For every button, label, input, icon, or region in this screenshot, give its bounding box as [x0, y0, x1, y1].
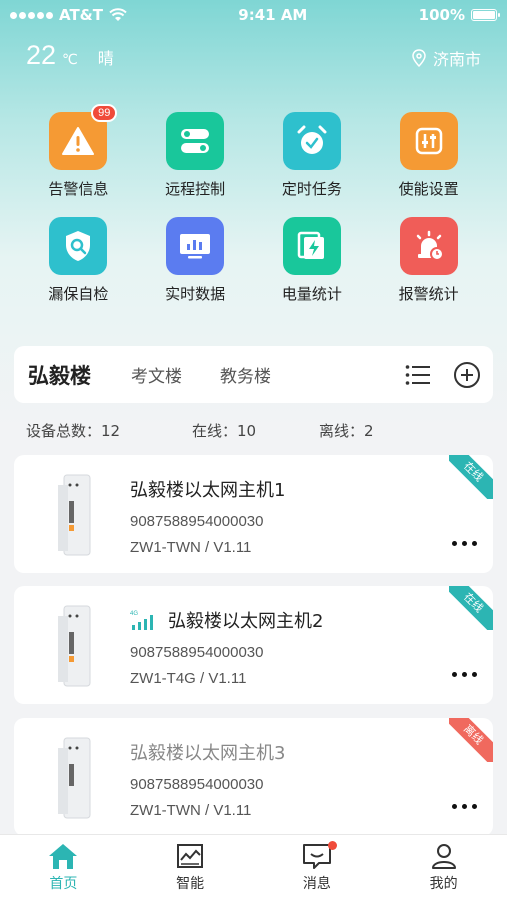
tab-building-active[interactable]: 弘毅楼 [28, 360, 91, 390]
unread-dot [327, 841, 337, 850]
tab-label: 首页 [49, 876, 78, 892]
tab-building[interactable]: 教务楼 [220, 362, 271, 387]
more-options-button[interactable] [452, 804, 477, 809]
building-tabs: 弘毅楼 考文楼 教务楼 [14, 346, 493, 403]
settings-sliders-icon [399, 112, 458, 170]
tab-messages[interactable]: 消息 [254, 835, 381, 900]
feature-label: 报警统计 [398, 285, 459, 303]
tab-label: 我的 [429, 876, 458, 892]
bottom-tab-bar: 首页 智能 消息 我的 [0, 834, 507, 900]
device-stats: 设备总数：12 在线：10 离线：2 [26, 420, 486, 441]
more-options-button[interactable] [452, 541, 477, 546]
person-icon [431, 844, 456, 869]
tab-label: 智能 [176, 876, 205, 892]
toggle-icon [166, 112, 225, 170]
signal-4g-icon: 4G [130, 611, 153, 630]
feature-remote-control[interactable]: 远程控制 [137, 112, 254, 199]
wifi-icon [109, 8, 127, 21]
building-actions [405, 361, 481, 389]
alarm-clock-icon [282, 112, 341, 170]
breaker-device-icon [58, 605, 91, 687]
device-name-text: 弘毅楼以太网主机1 [130, 480, 286, 501]
device-card[interactable]: 4G 弘毅楼以太网主机2 9087588954000030 ZW1-T4G / … [14, 586, 493, 704]
status-badge: 在线 [449, 455, 493, 499]
home-icon [49, 844, 78, 869]
status-ribbon: 在线 [449, 586, 493, 630]
feature-alarm-info[interactable]: 99 告警信息 [20, 104, 137, 199]
status-left: AT&T [10, 6, 127, 24]
device-id: 9087588954000030 [130, 644, 264, 661]
device-id: 9087588954000030 [130, 513, 264, 530]
device-model: ZW1-T4G / V1.11 [130, 670, 247, 687]
signal-4g-label: 4G [130, 611, 138, 617]
location-name: 济南市 [432, 50, 481, 69]
status-ribbon: 在线 [449, 455, 493, 499]
add-circle-icon[interactable] [453, 361, 481, 389]
location-selector[interactable]: 济南市 [411, 46, 481, 70]
device-card[interactable]: 弘毅楼以太网主机3 9087588954000030 ZW1-TWN / V1.… [14, 718, 493, 836]
alert-icon: 99 [49, 104, 118, 170]
device-model: ZW1-TWN / V1.11 [130, 539, 252, 556]
tab-home[interactable]: 首页 [0, 835, 127, 900]
device-card[interactable]: 弘毅楼以太网主机1 9087588954000030 ZW1-TWN / V1.… [14, 455, 493, 573]
temperature: 22 [26, 40, 57, 70]
feature-label: 远程控制 [165, 180, 226, 198]
device-name: 4G 弘毅楼以太网主机2 [130, 607, 323, 633]
clock: 9:41 AM [238, 6, 308, 24]
device-model: ZW1-TWN / V1.11 [130, 802, 252, 819]
tab-profile[interactable]: 我的 [380, 835, 507, 900]
monitor-chart-icon [166, 217, 225, 275]
tab-label: 消息 [302, 876, 331, 892]
chart-frame-icon [177, 844, 204, 868]
status-badge: 离线 [449, 718, 493, 762]
total-devices: 设备总数：12 [26, 422, 121, 440]
location-pin-icon [412, 49, 426, 67]
notification-badge: 99 [91, 104, 118, 122]
device-name-text: 弘毅楼以太网主机3 [130, 743, 286, 764]
feature-label: 定时任务 [281, 180, 342, 198]
online-count: 在线：10 [192, 422, 257, 440]
lightning-doc-icon [282, 217, 341, 275]
tab-building[interactable]: 考文楼 [131, 362, 182, 387]
feature-label: 电量统计 [281, 285, 342, 303]
shield-search-icon [49, 217, 108, 275]
feature-label: 使能设置 [398, 180, 459, 198]
battery-label: 100% [418, 6, 465, 24]
status-right: 100% [418, 6, 500, 24]
list-icon[interactable] [405, 364, 431, 386]
feature-alarm-statistics[interactable]: 报警统计 [370, 217, 487, 304]
device-name: 弘毅楼以太网主机1 [130, 476, 285, 502]
weather-widget: 22 ℃ 晴 [26, 40, 114, 71]
feature-power-statistics[interactable]: 电量统计 [254, 217, 371, 304]
temperature-unit: ℃ [62, 52, 78, 68]
battery-icon [470, 9, 500, 21]
feature-label: 告警信息 [48, 180, 109, 198]
breaker-device-icon [58, 474, 91, 556]
status-bar: AT&T 9:41 AM 100% [0, 0, 507, 30]
feature-leakage-selftest[interactable]: 漏保自检 [20, 217, 137, 304]
offline-count: 离线：2 [319, 422, 374, 440]
feature-grid: 99 告警信息 远程控制 定时任务 使能设置 漏保自检 实时数据 电量统计 报警… [20, 104, 487, 304]
device-id: 9087588954000030 [130, 776, 264, 793]
more-options-button[interactable] [452, 672, 477, 677]
siren-icon [399, 217, 458, 275]
feature-realtime-data[interactable]: 实时数据 [137, 217, 254, 304]
device-name-text: 弘毅楼以太网主机2 [168, 611, 324, 632]
status-badge: 在线 [449, 586, 493, 630]
feature-scheduled-task[interactable]: 定时任务 [254, 112, 371, 199]
device-name: 弘毅楼以太网主机3 [130, 739, 285, 765]
signal-dots-icon [10, 11, 53, 19]
carrier-label: AT&T [59, 6, 103, 24]
weather-condition: 晴 [97, 49, 114, 68]
feature-label: 实时数据 [165, 285, 226, 303]
feature-label: 漏保自检 [48, 285, 109, 303]
feature-enable-settings[interactable]: 使能设置 [370, 112, 487, 199]
status-ribbon: 离线 [449, 718, 493, 762]
breaker-device-icon [58, 737, 91, 819]
tab-smart[interactable]: 智能 [127, 835, 254, 900]
